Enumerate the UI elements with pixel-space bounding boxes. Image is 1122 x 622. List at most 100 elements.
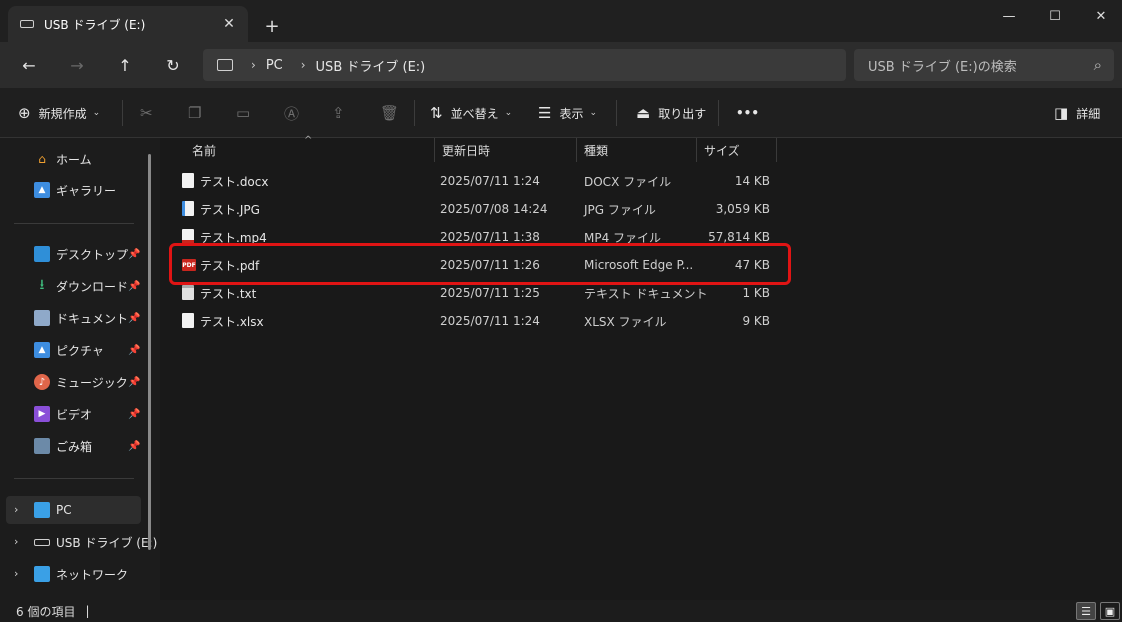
more-icon: ••• (736, 106, 760, 120)
column-label: 更新日時 (442, 143, 491, 158)
details-view-icon[interactable]: ☰ (1076, 602, 1096, 620)
tab-usb-drive[interactable]: USB ドライブ (E:) ✕ (8, 6, 248, 42)
paste-button[interactable]: ▭ (236, 98, 258, 128)
network-icon (34, 566, 50, 582)
home-icon: ⌂ (38, 152, 46, 166)
column-header-date[interactable]: 更新日時 (442, 138, 572, 162)
new-button[interactable]: ⊕ 新規作成 ⌄ (18, 98, 100, 128)
sidebar-item-recycle-bin[interactable]: ごみ箱 (34, 433, 92, 459)
sort-button[interactable]: ⇅ 並べ替え ⌄ (430, 98, 512, 128)
gallery-icon: ▲ (34, 182, 50, 198)
chevron-right-icon[interactable]: › (14, 535, 18, 548)
selected-highlight (6, 496, 141, 524)
pin-icon: 📌 (128, 281, 141, 292)
maximize-button[interactable]: ☐ (1032, 0, 1078, 32)
sidebar-item-downloads[interactable]: ⭳ ダウンロード (34, 273, 128, 299)
sidebar-item-desktop[interactable]: デスクトップ (34, 241, 128, 267)
breadcrumb-usb-drive[interactable]: USB ドライブ (E:) (316, 56, 426, 75)
search-input[interactable]: USB ドライブ (E:)の検索 ⌕ (854, 49, 1114, 81)
up-button[interactable]: ↑ (108, 50, 142, 80)
file-size: 3,059 KB (715, 202, 770, 216)
copy-button[interactable]: ❐ (188, 98, 209, 128)
column-divider[interactable] (776, 138, 777, 162)
chevron-right-icon[interactable]: › (14, 567, 18, 580)
sidebar-item-gallery[interactable]: ▲ ギャラリー (34, 177, 116, 203)
refresh-button[interactable]: ↻ (156, 50, 190, 80)
chevron-down-icon: ⌄ (504, 108, 513, 118)
sidebar-item-videos[interactable]: ▶ ビデオ (34, 401, 92, 427)
file-row-xlsx[interactable]: テスト.xlsx 2025/07/11 1:24 XLSX ファイル 9 KB (170, 307, 780, 335)
xlsx-file-icon (182, 313, 194, 328)
highlight-box (169, 243, 791, 285)
file-explorer-window: USB ドライブ (E:) ✕ + — ☐ ✕ ← → ↑ ↻ › PC › U… (0, 0, 1122, 622)
sidebar-item-documents[interactable]: ドキュメント (34, 305, 128, 331)
sidebar-item-label: ドキュメント (56, 311, 129, 326)
music-icon: ♪ (34, 374, 50, 390)
large-icons-view-icon[interactable]: ▣ (1100, 602, 1120, 620)
sidebar-item-pictures[interactable]: ▲ ピクチャ (34, 337, 104, 363)
column-label: サイズ (704, 143, 740, 158)
chevron-down-icon: ⌄ (92, 108, 101, 118)
sidebar-scrollbar[interactable] (148, 154, 151, 550)
view-button[interactable]: ☰ 表示 ⌄ (538, 98, 597, 128)
status-bar: 6 個の項目 | ☰ ▣ (0, 600, 1122, 622)
tab-close-icon[interactable]: ✕ (216, 11, 242, 37)
search-icon: ⌕ (1093, 56, 1102, 74)
sidebar-item-home[interactable]: ⌂ ホーム (34, 146, 92, 172)
sidebar-item-pc[interactable]: PC (34, 497, 72, 523)
pin-icon: 📌 (128, 345, 141, 356)
column-header-size[interactable]: サイズ (704, 138, 774, 162)
details-pane-icon: ◨ (1054, 104, 1069, 122)
back-button[interactable]: ← (12, 50, 46, 80)
more-options-button[interactable]: ••• (736, 98, 759, 128)
status-separator: | (85, 604, 90, 618)
breadcrumb-pc[interactable]: PC (266, 58, 283, 73)
sidebar-item-label: ダウンロード (56, 279, 129, 294)
sidebar-item-usb-drive[interactable]: USB ドライブ (E:) (34, 529, 157, 555)
rename-button[interactable]: Ⓐ (284, 98, 307, 128)
column-divider[interactable] (576, 138, 577, 162)
usb-drive-icon (34, 538, 50, 546)
file-type: XLSX ファイル (584, 314, 667, 329)
jpg-file-icon (182, 201, 194, 216)
divider (718, 100, 719, 126)
share-button[interactable]: ⇪ (332, 98, 353, 128)
details-label: 詳細 (1076, 106, 1101, 121)
sort-icon: ⇅ (430, 104, 443, 122)
plus-circle-icon: ⊕ (18, 104, 31, 122)
sidebar-item-label: ホーム (56, 152, 92, 167)
chevron-down-icon: ⌄ (589, 108, 598, 118)
details-button[interactable]: ◨ 詳細 (1054, 98, 1100, 128)
divider (414, 100, 415, 126)
column-header-name[interactable]: 名前 (192, 138, 432, 162)
file-type: JPG ファイル (584, 202, 656, 217)
file-row-jpg[interactable]: テスト.JPG 2025/07/08 14:24 JPG ファイル 3,059 … (170, 195, 780, 223)
copy-icon: ❐ (188, 104, 202, 122)
pc-icon (217, 59, 233, 71)
scissors-icon: ✂ (140, 104, 153, 122)
sidebar-item-network[interactable]: ネットワーク (34, 561, 128, 587)
delete-button[interactable]: 🗑 (380, 98, 407, 128)
forward-button[interactable]: → (60, 50, 94, 80)
sidebar-item-music[interactable]: ♪ ミュージック (34, 369, 128, 395)
column-header-type[interactable]: 種類 (584, 138, 694, 162)
recycle-bin-icon (34, 438, 50, 454)
sidebar-item-label: ビデオ (56, 407, 93, 422)
file-row-docx[interactable]: テスト.docx 2025/07/11 1:24 DOCX ファイル 14 KB (170, 167, 780, 195)
new-tab-button[interactable]: + (258, 12, 286, 40)
command-bar: ⊕ 新規作成 ⌄ ✂ ❐ ▭ Ⓐ ⇪ 🗑 ⇅ 並べ替え ⌄ ☰ 表示 ⌄ ⏏ 取… (0, 88, 1122, 138)
eject-button[interactable]: ⏏ 取り出す (636, 98, 706, 128)
file-type: DOCX ファイル (584, 174, 672, 189)
cut-button[interactable]: ✂ (140, 98, 161, 128)
chevron-right-icon[interactable]: › (14, 503, 18, 516)
column-divider[interactable] (696, 138, 697, 162)
minimize-button[interactable]: — (986, 0, 1032, 32)
sidebar-item-label: ごみ箱 (56, 439, 93, 454)
sidebar-item-label: ミュージック (56, 375, 128, 390)
address-bar[interactable]: › PC › USB ドライブ (E:) (203, 49, 846, 81)
sidebar-item-label: USB ドライブ (E:) (56, 535, 158, 550)
close-window-button[interactable]: ✕ (1078, 0, 1122, 32)
tab-title: USB ドライブ (E:) (44, 17, 146, 32)
file-size: 9 KB (742, 314, 770, 328)
column-divider[interactable] (434, 138, 435, 162)
